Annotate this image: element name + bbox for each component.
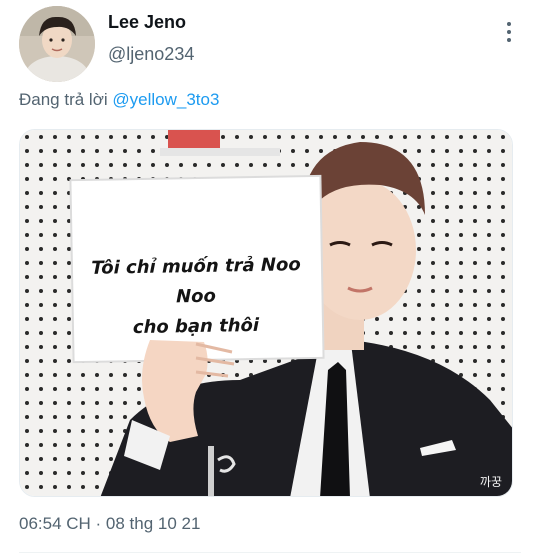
author-handle[interactable]: @ljeno234 bbox=[108, 44, 194, 65]
author-display-name[interactable]: Lee Jeno bbox=[108, 12, 186, 33]
avatar-photo bbox=[19, 6, 95, 82]
tweet-image[interactable]: Tôi chỉ muốn trả Noo Noo cho bạn thôi 까꿍 bbox=[19, 129, 513, 497]
sign-caption-line-1: Tôi chỉ muốn trả Noo Noo bbox=[91, 254, 301, 308]
replying-to-label: Đang trả lời bbox=[19, 90, 108, 109]
image-watermark: 까꿍 bbox=[479, 475, 502, 489]
dot bbox=[507, 22, 511, 26]
divider bbox=[19, 552, 521, 553]
author-avatar[interactable] bbox=[19, 6, 95, 82]
more-options-icon[interactable] bbox=[497, 18, 521, 46]
tweet-timestamp[interactable]: 06:54 CH · 08 thg 10 21 bbox=[19, 514, 200, 534]
tweet-header: Lee Jeno @ljeno234 bbox=[0, 0, 540, 90]
dot bbox=[507, 30, 511, 34]
sign-caption: Tôi chỉ muốn trả Noo Noo cho bạn thôi bbox=[76, 250, 316, 344]
reply-mention-link[interactable]: @yellow_3to3 bbox=[112, 90, 219, 109]
replying-to: Đang trả lời @yellow_3to3 bbox=[19, 90, 219, 110]
sign-caption-line-2: cho bạn thôi bbox=[132, 314, 260, 339]
dot bbox=[507, 38, 511, 42]
